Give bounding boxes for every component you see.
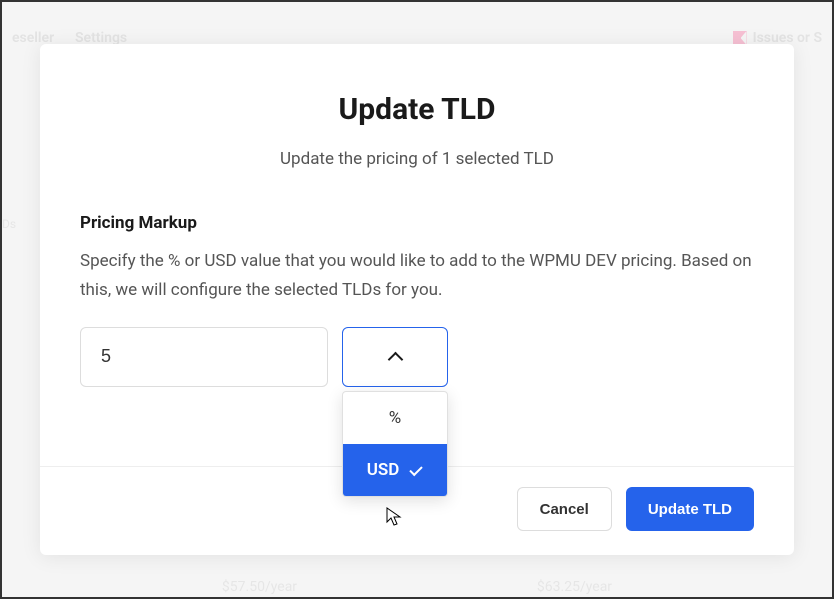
markup-input-row: % USD	[80, 327, 754, 387]
dropdown-option-label: USD	[367, 460, 400, 480]
dropdown-option-percent[interactable]: %	[343, 392, 447, 444]
pricing-markup-helper: Specify the % or USD value that you woul…	[80, 247, 754, 305]
markup-unit-toggle[interactable]	[342, 327, 448, 387]
pricing-markup-label: Pricing Markup	[80, 213, 754, 233]
markup-unit-menu: % USD	[342, 391, 448, 497]
update-tld-modal: Update TLD Update the pricing of 1 selec…	[40, 44, 794, 555]
check-icon	[409, 463, 423, 477]
modal-title: Update TLD	[80, 92, 754, 127]
dropdown-option-usd[interactable]: USD	[343, 444, 447, 496]
dropdown-option-label: %	[389, 408, 401, 428]
chevron-up-icon	[388, 350, 402, 364]
modal-body: Update TLD Update the pricing of 1 selec…	[40, 44, 794, 466]
update-tld-button[interactable]: Update TLD	[626, 487, 754, 531]
markup-unit-dropdown: % USD	[342, 327, 448, 387]
modal-subtitle: Update the pricing of 1 selected TLD	[80, 149, 754, 169]
cancel-button[interactable]: Cancel	[517, 487, 612, 531]
markup-value-input[interactable]	[80, 327, 328, 387]
